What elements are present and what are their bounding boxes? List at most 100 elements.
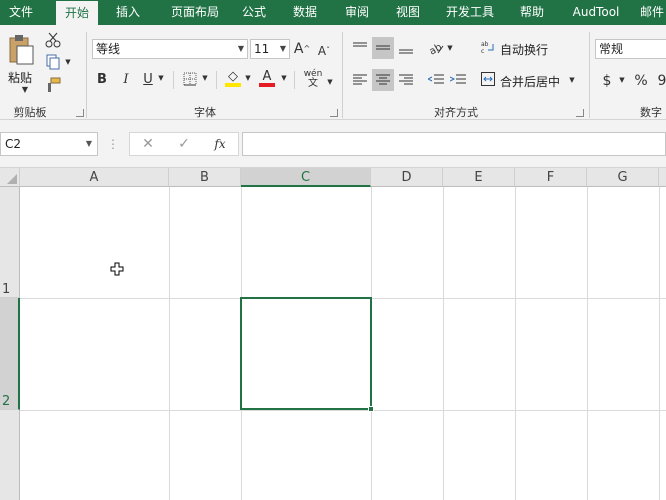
- bold-button[interactable]: B: [94, 69, 110, 89]
- percent-icon[interactable]: %: [632, 71, 650, 91]
- shrink-font-glyph: A: [317, 44, 327, 58]
- cut-icon[interactable]: [44, 31, 62, 49]
- number-group-label: 数字: [640, 106, 662, 119]
- column-header-c[interactable]: C: [241, 168, 371, 187]
- column-header-f[interactable]: F: [515, 168, 587, 187]
- merge-center-icon[interactable]: [480, 70, 496, 88]
- formula-input[interactable]: [242, 132, 666, 156]
- chevron-down-icon[interactable]: ▼: [86, 133, 92, 155]
- font-color-glyph: A: [262, 68, 272, 84]
- column-header-h[interactable]: [659, 168, 666, 187]
- gridline: [515, 187, 516, 500]
- clipboard-group-label: 剪贴板: [13, 106, 47, 119]
- increase-indent-icon[interactable]: [448, 69, 468, 91]
- alignment-launcher-icon[interactable]: [576, 109, 584, 117]
- tab-page-layout[interactable]: 页面布局: [160, 0, 230, 25]
- currency-icon[interactable]: $: [600, 71, 614, 91]
- chevron-down-icon: ▼: [279, 44, 286, 53]
- row-header-1[interactable]: 1: [0, 187, 20, 298]
- copy-dropdown-icon[interactable]: ▼: [64, 58, 72, 66]
- column-header-g[interactable]: G: [587, 168, 659, 187]
- italic-button[interactable]: I: [118, 69, 134, 89]
- gridline: [169, 187, 170, 500]
- orientation-dropdown-icon[interactable]: ▼: [446, 44, 454, 52]
- comma-style-icon[interactable]: 9: [656, 71, 666, 91]
- font-size-box[interactable]: 11 ▼: [250, 39, 290, 59]
- tab-home[interactable]: 开始: [56, 1, 98, 25]
- row-header-2-label: 2: [2, 394, 11, 409]
- tab-data[interactable]: 数据: [285, 0, 325, 25]
- column-header-e[interactable]: E: [443, 168, 515, 187]
- wrap-text-icon[interactable]: ab c: [480, 38, 496, 56]
- column-header-a[interactable]: A: [20, 168, 169, 187]
- tab-mailings[interactable]: 邮件: [640, 0, 666, 25]
- font-name-box[interactable]: 等线 ▼: [92, 39, 248, 59]
- row-header-3[interactable]: [0, 410, 20, 500]
- align-right-icon[interactable]: [396, 69, 416, 91]
- copy-icon[interactable]: [44, 53, 62, 71]
- format-painter-icon[interactable]: [44, 76, 62, 94]
- gridline: [20, 410, 666, 411]
- align-center-icon[interactable]: [372, 69, 394, 91]
- phonetic-bottom-glyph: 文: [308, 77, 318, 89]
- align-middle-icon[interactable]: [372, 37, 394, 59]
- tab-formulas[interactable]: 公式: [234, 0, 274, 25]
- fill-handle[interactable]: [368, 406, 374, 412]
- phonetic-dropdown-icon[interactable]: ▼: [326, 77, 334, 87]
- name-box-value: C2: [5, 137, 22, 151]
- grow-font-icon[interactable]: A ^: [294, 39, 310, 59]
- divider: [294, 71, 295, 89]
- svg-text:ab: ab: [481, 41, 489, 48]
- divider: [216, 71, 217, 89]
- font-launcher-icon[interactable]: [330, 109, 338, 117]
- align-bottom-icon[interactable]: [396, 37, 416, 59]
- borders-icon[interactable]: [181, 69, 199, 89]
- clipboard-launcher-icon[interactable]: [76, 109, 84, 117]
- worksheet-grid: A B C D E F G 1 2: [0, 168, 666, 500]
- cell-cursor-icon: [110, 262, 124, 276]
- number-format-box[interactable]: 常规: [595, 39, 666, 59]
- paste-dropdown-icon[interactable]: ▼: [20, 85, 30, 95]
- wrap-text-label[interactable]: 自动换行: [500, 41, 548, 58]
- paste-icon[interactable]: [6, 33, 36, 67]
- fill-color-icon[interactable]: ◇: [224, 67, 242, 89]
- tab-developer[interactable]: 开发工具: [439, 0, 501, 25]
- more-dots-icon[interactable]: ⋮: [107, 136, 119, 152]
- gridline: [659, 187, 660, 500]
- tab-audtool[interactable]: AudTool: [566, 0, 626, 25]
- divider: [173, 71, 174, 89]
- shrink-font-icon[interactable]: Aˇ: [316, 41, 332, 61]
- select-all-corner[interactable]: [0, 168, 20, 187]
- merge-dropdown-icon[interactable]: ▼: [568, 76, 576, 84]
- ribbon-tab-bar: 文件 开始 插入 页面布局 公式 数据 审阅 视图 开发工具 帮助 AudToo…: [0, 0, 666, 25]
- column-header-b[interactable]: B: [169, 168, 241, 187]
- row-header-2[interactable]: 2: [0, 298, 20, 410]
- cancel-icon[interactable]: ✕: [138, 135, 158, 153]
- decrease-indent-icon[interactable]: [426, 69, 446, 91]
- align-top-icon[interactable]: [350, 37, 370, 59]
- currency-dropdown-icon[interactable]: ▼: [618, 76, 626, 84]
- align-left-icon[interactable]: [350, 69, 370, 91]
- borders-dropdown-icon[interactable]: ▼: [201, 73, 209, 83]
- column-header-d[interactable]: D: [371, 168, 443, 187]
- orientation-icon[interactable]: ab: [426, 37, 446, 59]
- selected-cell-c2[interactable]: [240, 297, 372, 410]
- formula-buttons: ✕ ✓ fx: [129, 132, 239, 156]
- merge-center-label[interactable]: 合并后居中: [500, 73, 560, 90]
- underline-dropdown-icon[interactable]: ▼: [157, 73, 165, 83]
- tab-view[interactable]: 视图: [388, 0, 428, 25]
- tab-help[interactable]: 帮助: [512, 0, 552, 25]
- tab-review[interactable]: 审阅: [337, 0, 377, 25]
- underline-button[interactable]: U: [140, 69, 156, 89]
- enter-icon[interactable]: ✓: [174, 135, 194, 153]
- tab-insert[interactable]: 插入: [108, 0, 148, 25]
- font-color-dropdown-icon[interactable]: ▼: [280, 73, 288, 83]
- paste-label[interactable]: 粘贴: [8, 69, 32, 86]
- insert-function-icon[interactable]: fx: [210, 135, 230, 153]
- tab-file[interactable]: 文件: [0, 0, 42, 25]
- ribbon: 粘贴 ▼ ▼ 剪贴板 等线 ▼ 11 ▼ A ^ Aˇ B I U ▼ ▼ ◇ ▼ A…: [0, 25, 666, 120]
- phonetic-guide-icon[interactable]: wén 文: [300, 67, 326, 91]
- name-box[interactable]: C2 ▼: [0, 132, 98, 156]
- font-color-icon[interactable]: A: [258, 67, 276, 89]
- fill-color-dropdown-icon[interactable]: ▼: [244, 73, 252, 83]
